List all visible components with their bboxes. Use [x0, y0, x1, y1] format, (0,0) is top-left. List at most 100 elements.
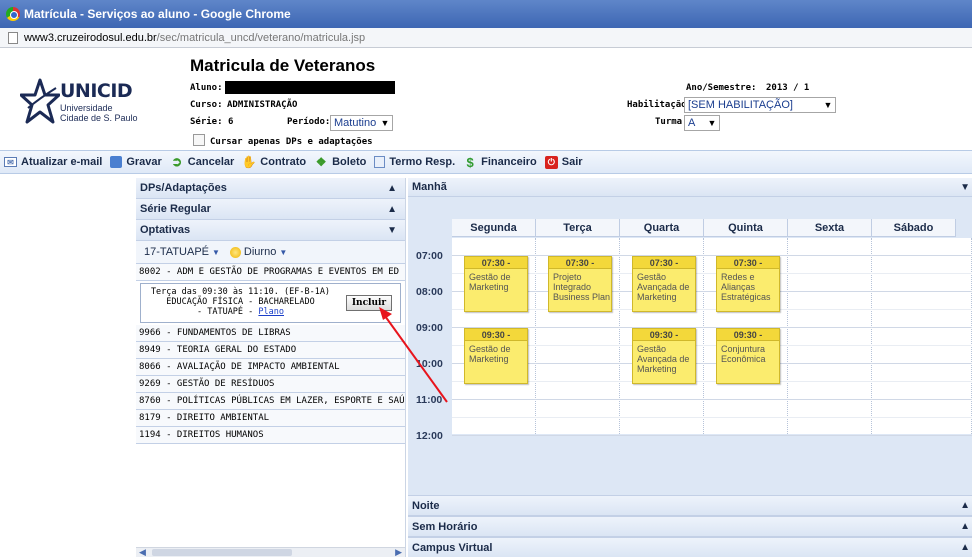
scroll-right-icon[interactable]: ▶ — [395, 547, 402, 557]
grid-line — [452, 255, 972, 256]
day-header: Terça — [536, 219, 620, 237]
event-time: 09:30 - — [465, 329, 527, 341]
financeiro-label: Financeiro — [481, 156, 537, 168]
class-event[interactable]: 07:30 - Gestão de Marketing — [464, 256, 528, 312]
class-event[interactable]: 09:30 - Gestão Avançada de Marketing — [632, 328, 696, 384]
chevron-down-icon: ▼ — [380, 118, 390, 128]
section-label: Campus Virtual — [412, 541, 493, 554]
sair-button[interactable]: ⏻ Sair — [544, 155, 583, 169]
chevron-down-icon: ▼ — [960, 181, 970, 193]
day-header: Segunda — [452, 219, 536, 237]
periodo-select[interactable]: Matutino ▼ — [330, 115, 393, 131]
class-event[interactable]: 07:30 - Projeto Integrado Business Plan — [548, 256, 612, 312]
event-title: Gestão de Marketing — [469, 272, 511, 292]
event-title: Gestão Avançada de Marketing — [637, 344, 690, 374]
termo-resp-button[interactable]: Termo Resp. — [374, 156, 455, 168]
option-course: EDUCAÇÃO FÍSICA - BACHARELADO — [166, 297, 315, 307]
disciplines-panel: DPs/Adaptações ▲ Série Regular ▲ Optativ… — [136, 178, 406, 557]
chevron-down-icon: ▼ — [823, 100, 833, 110]
event-title: Redes e Alianças Estratégicas — [721, 272, 771, 302]
chevron-up-icon: ▲ — [387, 182, 397, 194]
logo-subtitle: Universidade Cidade de S. Paulo — [60, 103, 138, 123]
section-label: Optativas — [140, 224, 191, 236]
document-icon — [374, 156, 386, 168]
section-manha[interactable]: Manhã ▼ — [408, 178, 972, 197]
class-event[interactable]: 07:30 - Redes e Alianças Estratégicas — [716, 256, 780, 312]
grid-line — [452, 309, 972, 310]
gravar-button[interactable]: Gravar — [110, 156, 162, 168]
section-label: Manhã — [412, 181, 447, 193]
chevron-up-icon: ▲ — [960, 542, 970, 553]
cancel-arrow-icon: ➲ — [171, 154, 183, 169]
habilitacao-select[interactable]: [SEM HABILITAÇÃO] ▼ — [684, 97, 836, 113]
course-row[interactable]: 9966 - FUNDAMENTOS DE LIBRAS — [136, 325, 405, 342]
course-option: Terça das 09:30 às 11:10. (EF-B-1A) EDUC… — [140, 283, 401, 323]
page-icon — [8, 31, 18, 44]
section-serie-regular[interactable]: Série Regular ▲ — [136, 199, 405, 220]
boleto-button[interactable]: ❖ Boleto — [314, 155, 367, 169]
class-event[interactable]: 09:30 - Gestão de Marketing — [464, 328, 528, 384]
course-row[interactable]: 8179 - DIREITO AMBIENTAL — [136, 410, 405, 427]
window-titlebar: Matrícula - Serviços ao aluno - Google C… — [0, 0, 972, 28]
curso-value: ADMINISTRAÇÃO — [227, 100, 298, 110]
day-column[interactable] — [872, 238, 972, 434]
time-label: 07:00 — [416, 250, 443, 262]
periodo-selected-value: Matutino — [334, 117, 377, 129]
section-label: Noite — [412, 499, 440, 512]
day-header: Quarta — [620, 219, 704, 237]
section-sem-horario[interactable]: Sem Horário ▲ — [408, 516, 972, 537]
turno-filter[interactable]: Diurno ▼ — [229, 246, 288, 258]
serie-value: 6 — [228, 117, 234, 127]
event-time: 09:30 - — [717, 329, 779, 341]
class-event[interactable]: 07:30 - Gestão Avançada de Marketing — [632, 256, 696, 312]
scrollbar-thumb[interactable] — [152, 549, 292, 556]
dps-only-checkbox[interactable] — [193, 134, 205, 146]
event-time: 07:30 - — [633, 257, 695, 269]
section-dps-adaptacoes[interactable]: DPs/Adaptações ▲ — [136, 178, 405, 199]
event-time: 09:30 - — [633, 329, 695, 341]
power-icon: ⏻ — [544, 155, 558, 169]
aluno-name-redacted — [225, 81, 395, 94]
day-header: Quinta — [704, 219, 788, 237]
course-row[interactable]: 9269 - GESTÃO DE RESÍDUOS — [136, 376, 405, 393]
url-host: www3.cruzeirodosul.edu.br — [24, 31, 157, 44]
section-campus-virtual[interactable]: Campus Virtual ▲ — [408, 537, 972, 557]
course-row-selected[interactable]: 8002 - ADM E GESTÃO DE PROGRAMAS E EVENT… — [136, 264, 405, 281]
curso-label: Curso: — [190, 100, 223, 110]
time-label: 08:00 — [416, 286, 443, 298]
section-optativas[interactable]: Optativas ▼ — [136, 220, 405, 241]
turma-select[interactable]: A ▼ — [684, 115, 720, 131]
logo-sub-line1: Universidade — [60, 103, 113, 113]
course-row[interactable]: 8066 - AVALIAÇÃO DE IMPACTO AMBIENTAL — [136, 359, 405, 376]
section-label: Sem Horário — [412, 520, 478, 533]
section-noite[interactable]: Noite ▲ — [408, 495, 972, 516]
horizontal-scrollbar[interactable]: ◀ ▶ — [136, 547, 405, 557]
caret-down-icon: ▼ — [212, 247, 220, 257]
page-title: Matricula de Veteranos — [190, 56, 376, 75]
event-title: Projeto Integrado Business Plan — [553, 272, 611, 302]
course-row[interactable]: 1194 - DIREITOS HUMANOS — [136, 427, 405, 444]
class-event[interactable]: 09:30 - Conjuntura Econômica — [716, 328, 780, 384]
star-logo-icon — [20, 78, 60, 124]
plano-link[interactable]: Plano — [258, 307, 284, 317]
campus-filter[interactable]: 17-TATUAPÉ ▼ — [144, 246, 220, 258]
envelope-icon: ✉ — [4, 157, 17, 167]
day-column[interactable] — [788, 238, 872, 434]
option-schedule: Terça das 09:30 às 11:10. (EF-B-1A) — [150, 287, 331, 297]
atualizar-email-button[interactable]: ✉ Atualizar e-mail — [4, 156, 102, 168]
financeiro-button[interactable]: $ Financeiro — [463, 155, 537, 170]
serie-label: Série: — [190, 117, 223, 127]
contrato-button[interactable]: ✋ Contrato — [242, 155, 306, 169]
section-label: Série Regular — [140, 203, 211, 215]
day-header: Sábado — [872, 219, 956, 237]
course-row[interactable]: 8760 - POLÍTICAS PÚBLICAS EM LAZER, ESPO… — [136, 393, 405, 410]
section-label: DPs/Adaptações — [140, 182, 227, 194]
incluir-button[interactable]: Incluir — [346, 295, 392, 311]
event-title: Gestão Avançada de Marketing — [637, 272, 690, 302]
address-bar[interactable]: www3.cruzeirodosul.edu.br /sec/matricula… — [0, 28, 972, 48]
day-header: Sexta — [788, 219, 872, 237]
cancelar-button[interactable]: ➲ Cancelar — [170, 154, 234, 169]
scroll-left-icon[interactable]: ◀ — [139, 547, 146, 557]
course-row[interactable]: 8949 - TEORIA GERAL DO ESTADO — [136, 342, 405, 359]
caret-down-icon: ▼ — [279, 247, 288, 257]
